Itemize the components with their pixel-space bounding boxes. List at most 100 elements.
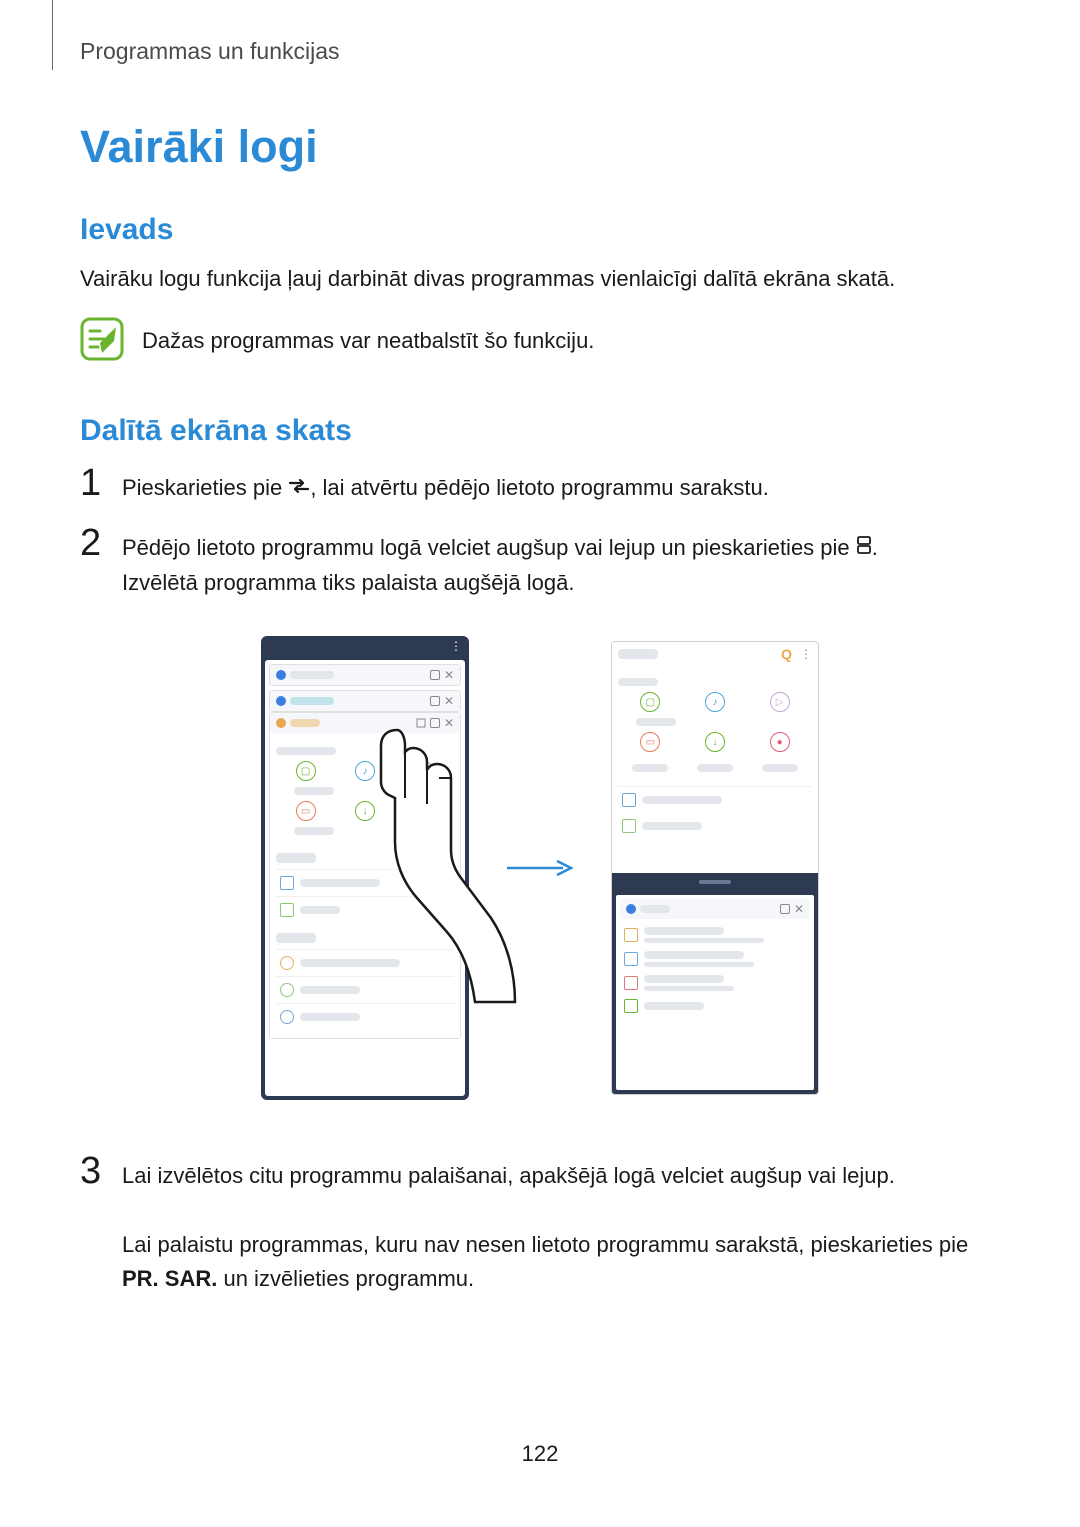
audio-icon	[624, 952, 638, 966]
blur	[300, 879, 380, 887]
blur	[642, 796, 722, 804]
image-icon: ▢	[296, 761, 316, 781]
icon-row: ▢ ♪ ▷	[276, 761, 454, 781]
app-icon	[276, 718, 286, 728]
split-screen-icon	[856, 530, 872, 564]
card-tab: ✕	[270, 691, 460, 711]
blur	[644, 927, 724, 935]
blur	[290, 671, 334, 679]
page-margin-line	[52, 0, 53, 70]
step1-text-before: Pieskarieties pie	[122, 475, 288, 500]
step3-text2-before: Lai palaistu programmas, kuru nav nesen …	[122, 1232, 968, 1257]
split-icon	[780, 904, 790, 914]
blur	[644, 1002, 704, 1010]
handle-icon	[699, 880, 731, 884]
step1-text-after: , lai atvērtu pēdējo lietoto programmu s…	[310, 475, 769, 500]
blur	[644, 986, 734, 991]
icon-row: ▭ ↓ ●	[276, 801, 454, 821]
card-tab: ✕	[270, 665, 460, 685]
download-icon: ↓	[355, 801, 375, 821]
note-text: Dažas programmas var neatbalstīt šo funk…	[142, 328, 594, 354]
list-item	[276, 896, 454, 923]
blur	[300, 986, 360, 994]
drive-icon	[280, 983, 294, 997]
music-icon: ♪	[355, 761, 375, 781]
split-handle	[612, 873, 818, 891]
step-number: 1	[80, 464, 106, 502]
image-icon: ▢	[640, 692, 660, 712]
sd-icon	[280, 903, 294, 917]
breadcrumb: Programmas un funkcijas	[80, 38, 1000, 65]
page-title: Vairāki logi	[80, 121, 1000, 173]
rec-icon: ●	[770, 732, 790, 752]
blur	[294, 787, 334, 795]
recents-icon	[288, 470, 310, 504]
blur	[644, 938, 764, 943]
blur	[294, 827, 334, 835]
blur	[300, 1013, 360, 1021]
recents-stack: ✕ ✕	[265, 660, 465, 1096]
arrow-right-icon	[505, 858, 575, 878]
device-icon	[622, 793, 636, 807]
blur	[697, 764, 733, 772]
phone-left: ⋮ ✕	[261, 636, 469, 1100]
steps-list-continued: 3 Lai izvēlētos citu programmu palaišana…	[80, 1152, 1000, 1295]
file-icon	[624, 928, 638, 942]
figure-area: ⋮ ✕	[80, 636, 1000, 1100]
app-icon	[626, 904, 636, 914]
download-icon: ↓	[705, 732, 725, 752]
blur	[300, 959, 400, 967]
blur	[618, 678, 658, 686]
cloud-icon	[280, 956, 294, 970]
blur	[644, 962, 754, 967]
blur	[276, 747, 336, 755]
section-intro-heading: Ievads	[80, 213, 1000, 247]
list-item	[618, 813, 812, 839]
step-text: Pēdējo lietoto programmu logā velciet au…	[122, 531, 878, 600]
step3-text1: Lai izvēlētos citu programmu palaišanai,…	[122, 1163, 895, 1188]
phone-right: Q ⋮ ▢ ♪ ▷ ▭ ↓ ●	[611, 641, 819, 1095]
step2-text-after: .	[872, 535, 878, 560]
list-item	[622, 995, 808, 1017]
list-item	[622, 923, 808, 947]
more-icon: ⋮	[800, 647, 812, 661]
doc-icon: ▭	[296, 801, 316, 821]
rec-icon: ●	[414, 801, 434, 821]
close-icon: ✕	[444, 669, 454, 681]
list-item	[276, 949, 454, 976]
step3-text2-after: un izvēlieties programmu.	[217, 1266, 474, 1291]
top-pane: ▢ ♪ ▷ ▭ ↓ ●	[612, 666, 818, 873]
search-icon: Q	[781, 646, 792, 662]
section-split-heading: Dalītā ekrāna skats	[80, 414, 1000, 448]
calendar-icon	[624, 976, 638, 990]
list-item	[276, 1003, 454, 1030]
step-text: Lai izvēlētos citu programmu palaišanai,…	[122, 1159, 1000, 1295]
step-2: 2 Pēdējo lietoto programmu logā velciet …	[80, 524, 1000, 600]
list-item	[618, 786, 812, 813]
card-content: ▢ ♪ ▷ ▭ ↓ ●	[270, 733, 460, 1038]
blur	[644, 951, 744, 959]
device-icon	[280, 876, 294, 890]
blur	[640, 905, 670, 913]
app-icon	[276, 696, 286, 706]
pin-icon	[416, 718, 426, 728]
video-icon: ▷	[414, 761, 434, 781]
bottom-pane: ✕	[612, 891, 818, 1094]
app-icon	[276, 670, 286, 680]
blur	[290, 697, 334, 705]
sd-icon	[622, 819, 636, 833]
icon-row: ▢ ♪ ▷	[618, 692, 812, 712]
close-icon: ✕	[794, 903, 804, 915]
intro-paragraph: Vairāku logu funkcija ļauj darbināt diva…	[80, 263, 1000, 295]
blur	[632, 764, 668, 772]
doc-icon: ▭	[640, 732, 660, 752]
list-item	[276, 976, 454, 1003]
blur	[762, 764, 798, 772]
music-icon: ♪	[705, 692, 725, 712]
note-icon	[80, 317, 124, 366]
list-item	[622, 947, 808, 971]
blur	[276, 853, 316, 863]
split-icon	[430, 718, 440, 728]
list-item	[276, 869, 454, 896]
more-icon: ⋮	[450, 639, 461, 653]
